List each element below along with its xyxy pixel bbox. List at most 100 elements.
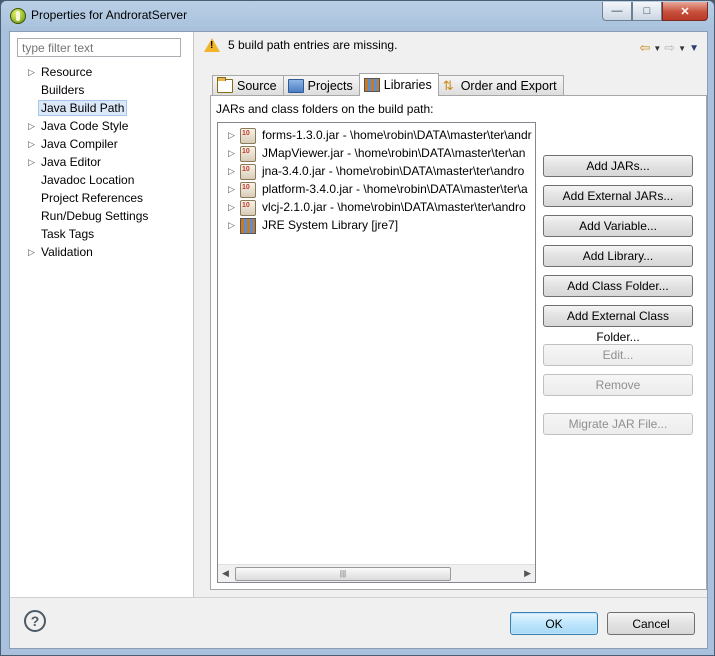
view-menu-icon[interactable]: ▼ [689, 43, 699, 54]
jar-icon [240, 200, 256, 216]
list-item[interactable]: ▷ JMapViewer.jar - \home\robin\DATA\maste… [218, 144, 535, 162]
order-export-icon: ⇅ [442, 78, 454, 93]
list-item[interactable]: ▷ jna-3.4.0.jar - \home\robin\DATA\master… [218, 162, 535, 180]
forward-arrow-icon[interactable]: ⇨ [664, 40, 675, 56]
add-external-class-folder-button[interactable]: Add External Class Folder... [543, 305, 693, 344]
tree-item[interactable]: Task Tags [10, 225, 193, 243]
ok-button[interactable]: OK [510, 612, 598, 635]
property-pages-pane: ▷ResourceBuildersJava Build Path▷Java Co… [10, 32, 194, 597]
tree-item-label: Java Compiler [41, 137, 118, 151]
tree-item[interactable]: Builders [10, 81, 193, 99]
jar-icon [240, 182, 256, 198]
tab-label: Order and Export [460, 79, 557, 93]
tree-item[interactable]: ▷ Validation [10, 243, 193, 261]
window-controls: — □ ✕ [602, 2, 708, 21]
list-item-label: forms-1.3.0.jar - \home\robin\DATA\maste… [262, 128, 532, 142]
expand-arrow-icon[interactable]: ▷ [28, 153, 35, 171]
add-variable-button[interactable]: Add Variable... [543, 215, 693, 237]
tree-item[interactable]: ▷ Java Code Style [10, 117, 193, 135]
expand-arrow-icon[interactable]: ▷ [228, 126, 235, 144]
tree-item-label: Task Tags [41, 227, 95, 241]
tree-item[interactable]: Run/Debug Settings [10, 207, 193, 225]
build-path-list[interactable]: ▷ forms-1.3.0.jar - \home\robin\DATA\mast… [217, 122, 536, 583]
button-bar-separator [10, 597, 707, 598]
jar-icon [240, 128, 256, 144]
remove-button[interactable]: Remove [543, 374, 693, 396]
minimize-button[interactable]: — [602, 2, 632, 21]
jar-icon [240, 146, 256, 162]
list-item-label: platform-3.4.0.jar - \home\robin\DATA\ma… [262, 182, 528, 196]
close-button[interactable]: ✕ [662, 2, 708, 21]
expand-arrow-icon[interactable]: ▷ [228, 180, 235, 198]
scroll-left-icon[interactable]: ◀ [222, 568, 229, 579]
maximize-button[interactable]: □ [632, 2, 662, 21]
entry-rows: ▷ forms-1.3.0.jar - \home\robin\DATA\mast… [218, 123, 535, 234]
tree-item[interactable]: ▷ Resource [10, 63, 193, 81]
cancel-button[interactable]: Cancel [607, 612, 695, 635]
tab-label: Source [237, 79, 277, 93]
add-library-button[interactable]: Add Library... [543, 245, 693, 267]
forward-dropdown-icon[interactable]: ▼ [678, 44, 686, 53]
list-item-label: JRE System Library [jre7] [262, 218, 399, 232]
expand-arrow-icon[interactable]: ▷ [228, 216, 235, 234]
tree-item-label: Java Build Path [38, 100, 128, 116]
jre-library-icon [240, 218, 256, 234]
eclipse-app-icon [10, 8, 26, 24]
source-folder-icon [217, 77, 233, 93]
tab-label: Libraries [383, 78, 432, 92]
warning-icon [204, 38, 220, 52]
scroll-right-icon[interactable]: ▶ [524, 568, 531, 579]
add-external-jars-button[interactable]: Add External JARs... [543, 185, 693, 207]
title-bar[interactable]: Properties for AndroratServer — □ ✕ [1, 1, 714, 31]
libraries-icon [363, 78, 380, 92]
property-page-tree: ▷ Resource Builders Java Build Path ▷ Java Co… [10, 63, 193, 261]
list-item-label: vlcj-2.1.0.jar - \home\robin\DATA\master… [262, 200, 526, 214]
tree-item-label: Run/Debug Settings [41, 209, 149, 223]
list-item-label: JMapViewer.jar - \home\robin\DATA\master… [262, 146, 526, 160]
tree-item[interactable]: ▷ Java Compiler [10, 135, 193, 153]
scroll-thumb[interactable]: ||| [235, 567, 451, 581]
tree-item[interactable]: Project References [10, 189, 193, 207]
maximize-icon: □ [643, 5, 651, 17]
tab-label: Projects [307, 79, 353, 93]
tree-item-label: Project References [41, 191, 144, 205]
add-class-folder-button[interactable]: Add Class Folder... [543, 275, 693, 297]
tree-item-label: Java Editor [41, 155, 102, 169]
expand-arrow-icon[interactable]: ▷ [228, 198, 235, 216]
tab-libraries[interactable]: Libraries [358, 73, 439, 96]
tree-item-label: Javadoc Location [41, 173, 135, 187]
expand-arrow-icon[interactable]: ▷ [28, 135, 35, 153]
minimize-icon: — [611, 5, 623, 17]
status-message: 5 build path entries are missing. [228, 38, 398, 52]
tree-item-label: Builders [41, 83, 85, 97]
properties-window: Properties for AndroratServer — □ ✕ ▷ Res… [0, 0, 715, 656]
edit-button[interactable]: Edit... [543, 344, 693, 366]
back-arrow-icon[interactable]: ⇦ [639, 40, 650, 56]
tab-projects[interactable]: Projects [282, 75, 360, 96]
migrate-jar-button[interactable]: Migrate JAR File... [543, 413, 693, 435]
list-item[interactable]: ▷ JRE System Library [jre7] [218, 216, 535, 234]
tree-item[interactable]: ▷ Java Editor [10, 153, 193, 171]
tree-item-label: Resource [41, 65, 93, 79]
expand-arrow-icon[interactable]: ▷ [228, 144, 235, 162]
list-item[interactable]: ▷ platform-3.4.0.jar - \home\robin\DATA\m… [218, 180, 535, 198]
dialog-client: ▷ResourceBuildersJava Build Path▷Java Co… [9, 31, 708, 649]
filter-input[interactable] [17, 38, 181, 57]
tab-order-and-export[interactable]: ⇅ Order and Export [437, 75, 564, 96]
tree-item[interactable]: Javadoc Location [10, 171, 193, 189]
tree-item-label: Validation [41, 245, 93, 259]
tree-item[interactable]: Java Build Path [10, 99, 193, 117]
expand-arrow-icon[interactable]: ▷ [28, 63, 35, 81]
libraries-label: JARs and class folders on the build path… [216, 102, 434, 116]
expand-arrow-icon[interactable]: ▷ [228, 162, 235, 180]
horizontal-scrollbar[interactable]: ◀ ||| ▶ [218, 564, 535, 582]
tab-source[interactable]: Source [212, 75, 284, 96]
expand-arrow-icon[interactable]: ▷ [28, 243, 35, 261]
libraries-panel: JARs and class folders on the build path… [210, 95, 707, 590]
help-icon[interactable]: ? [24, 610, 46, 632]
list-item[interactable]: ▷ vlcj-2.1.0.jar - \home\robin\DATA\maste… [218, 198, 535, 216]
list-item[interactable]: ▷ forms-1.3.0.jar - \home\robin\DATA\mast… [218, 126, 535, 144]
add-jars-button[interactable]: Add JARs... [543, 155, 693, 177]
back-dropdown-icon[interactable]: ▼ [653, 44, 661, 53]
expand-arrow-icon[interactable]: ▷ [28, 117, 35, 135]
